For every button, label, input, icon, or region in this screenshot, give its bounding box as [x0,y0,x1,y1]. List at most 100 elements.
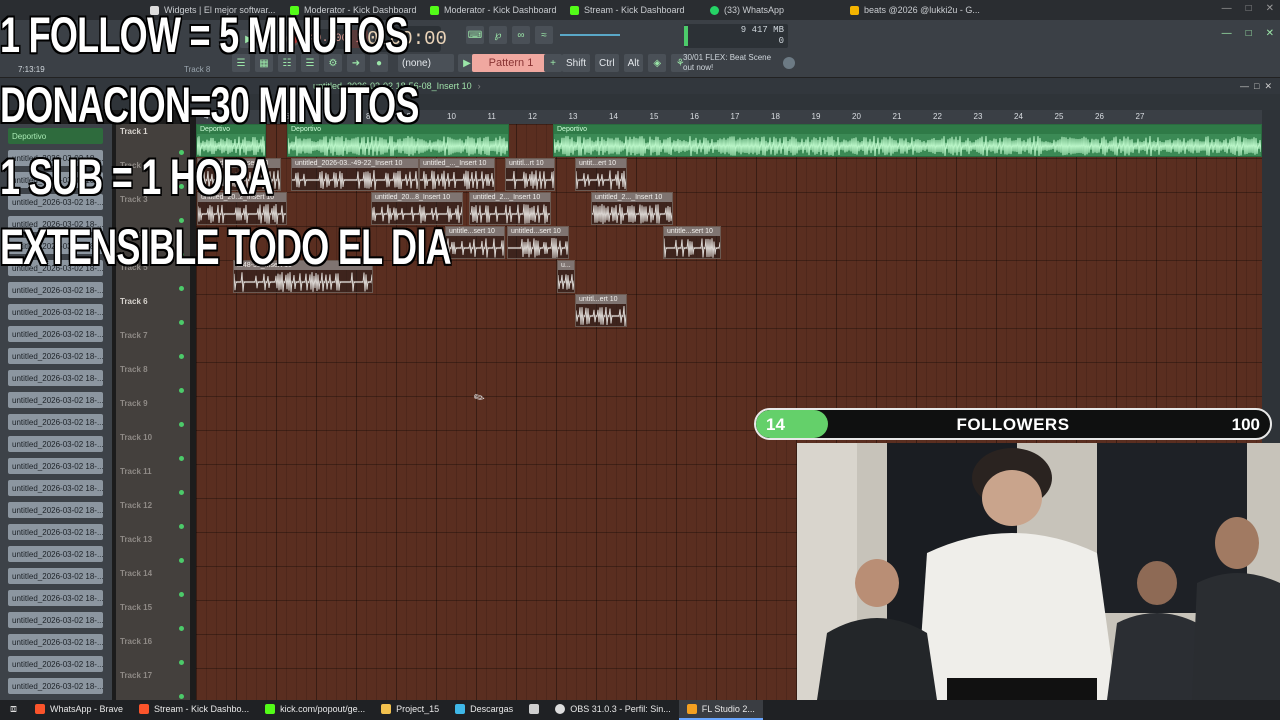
taskbar-item[interactable]: Descargas [447,700,521,720]
close-icon[interactable]: ✕ [1266,28,1274,39]
browser-tab[interactable]: (33) WhatsApp [700,1,840,19]
track-mute-led[interactable] [179,456,184,461]
maximize-icon[interactable]: □ [1254,81,1259,91]
wait-icon[interactable]: ∞ [512,26,530,44]
ctrl-key-button[interactable]: Ctrl [595,54,619,72]
picker-item[interactable]: untitled_2026-03-02 18-... [8,392,103,408]
audio-clip[interactable]: untitl...ert 10 [575,294,627,327]
audio-clip[interactable]: untitl...rt 10 [505,158,555,191]
track-name[interactable]: Track 13 [120,535,152,544]
track-mute-led[interactable] [179,660,184,665]
audio-clip[interactable]: untit...ert 10 [575,158,627,191]
picker-item[interactable]: untitled_2026-03-02 18-... [8,414,103,430]
keyboard-icon[interactable]: ⌨ [466,26,484,44]
track-name[interactable]: Track 15 [120,603,152,612]
picker-item[interactable]: untitled_2026-03-02 18-... [8,546,103,562]
close-icon[interactable]: ✕ [1264,81,1272,91]
track-mute-led[interactable] [179,490,184,495]
minimize-icon[interactable]: — [1240,81,1249,91]
track-mute-led[interactable] [179,354,184,359]
browser-tab[interactable]: Stream - Kick Dashboard [560,1,700,19]
track-name[interactable]: Track 6 [120,297,148,306]
news-headline: 30/01 FLEX: Beat Scene [683,53,772,62]
picker-item[interactable]: untitled_2026-03-02 18-... [8,524,103,540]
picker-item[interactable]: untitled_2026-03-02 18-... [8,678,103,694]
picker-item[interactable]: untitled_2026-03-02 18-... [8,348,103,364]
audio-clip-deportivo[interactable]: Deportivo [553,124,1262,157]
audio-clip[interactable]: untitled_2..._Insert 10 [591,192,673,225]
start-button[interactable]: ⧈ [0,700,27,720]
audio-clip[interactable]: untitle...sert 10 [445,226,505,259]
taskbar-item[interactable]: Project_15 [373,700,447,720]
track-name[interactable]: Track 11 [120,467,152,476]
track-name[interactable]: Track 14 [120,569,152,578]
alt-key-button[interactable]: Alt [623,54,644,72]
pattern-selector[interactable]: Pattern 1 [472,54,550,72]
picker-item[interactable]: untitled_2026-03-02 18-... [8,590,103,606]
picker-item[interactable]: untitled_2026-03-02 18-... [8,656,103,672]
audio-clip[interactable]: untitled_..._Insert 10 [419,158,495,191]
picker-item[interactable]: untitled_2026-03-02 18-... [8,612,103,628]
track-mute-led[interactable] [179,626,184,631]
tab-title: Stream - Kick Dashboard [584,5,685,15]
taskbar-item[interactable]: FL Studio 2... [678,700,763,720]
track-mute-led[interactable] [179,286,184,291]
drive-icon [850,5,859,15]
ruler-tick-label: 17 [730,112,740,121]
track-mute-led[interactable] [179,388,184,393]
taskbar-item[interactable]: WhatsApp - Brave [27,700,131,720]
track-name[interactable]: Track 7 [120,331,148,340]
track-mute-led[interactable] [179,422,184,427]
taskbar-item[interactable]: OBS 31.0.3 - Perfil: Sin... [547,700,679,720]
countdown-icon[interactable]: ≈ [535,26,553,44]
maximize-icon[interactable]: □ [1246,3,1252,14]
track-mute-led[interactable] [179,558,184,563]
minimize-icon[interactable]: — [1222,28,1232,39]
picker-item[interactable]: untitled_2026-03-02 18-... [8,480,103,496]
minimize-icon[interactable]: — [1222,3,1232,14]
ruler-tick-label: 20 [852,112,861,121]
waveform [446,238,504,258]
taskbar-item[interactable]: Stream - Kick Dashbo... [131,700,257,720]
track-name[interactable]: Track 17 [120,671,152,680]
news-panel[interactable]: 30/01 FLEX: Beat Scene out now! [683,53,771,73]
picker-item[interactable]: untitled_2026-03-02 18-... [8,568,103,584]
waveform [576,170,626,190]
close-icon[interactable]: ✕ [1266,3,1274,14]
browser-tab[interactable]: beats @2026 @lukki2u - G... [840,1,980,19]
audio-clip[interactable]: untitled_2026-03..-49-22_Insert 10 [291,158,419,191]
taskbar-item[interactable]: kick.com/popout/ge... [257,700,373,720]
typing-keyboard-icon[interactable]: ℘ [489,26,507,44]
audio-clip[interactable]: untitle...sert 10 [663,226,721,259]
track-mute-led[interactable] [179,592,184,597]
news-refresh-icon[interactable] [783,57,795,69]
track-name[interactable]: Track 8 [120,365,148,374]
record-mode-icon[interactable]: ◈ [648,54,667,72]
audio-clip[interactable]: untitled_2..._Insert 10 [469,192,551,225]
track-mute-led[interactable] [179,320,184,325]
audio-clip[interactable]: u... [557,260,575,293]
track-name[interactable]: Track 9 [120,399,148,408]
track-name[interactable]: Track 16 [120,637,152,646]
picker-item[interactable]: untitled_2026-03-02 18-... [8,326,103,342]
shift-key-button[interactable]: Shift [562,54,591,72]
track-mute-led[interactable] [179,694,184,699]
audio-clip[interactable]: untitled...sert 10 [507,226,569,259]
track-name[interactable]: Track 10 [120,433,152,442]
track-name[interactable]: Track 12 [120,501,152,510]
add-pattern-icon[interactable]: + [544,54,562,72]
picker-item[interactable]: untitled_2026-03-02 18-... [8,436,103,452]
taskbar-label: OBS 31.0.3 - Perfil: Sin... [570,704,671,714]
ruler-tick-label: 12 [528,112,537,121]
picker-item[interactable]: untitled_2026-03-02 18-... [8,634,103,650]
picker-item[interactable]: untitled_2026-03-02 18-... [8,370,103,386]
picker-item[interactable]: untitled_2026-03-02 18-... [8,304,103,320]
track-mute-led[interactable] [179,524,184,529]
taskbar-item[interactable] [521,700,547,720]
picker-item[interactable]: untitled_2026-03-02 18-... [8,458,103,474]
picker-item[interactable]: untitled_2026-03-02 18-... [8,282,103,298]
picker-item[interactable]: untitled_2026-03-02 18-... [8,502,103,518]
browser-tab[interactable]: Moderator - Kick Dashboard [420,1,560,19]
maximize-icon[interactable]: □ [1246,28,1252,39]
master-volume-slider[interactable] [560,34,620,36]
